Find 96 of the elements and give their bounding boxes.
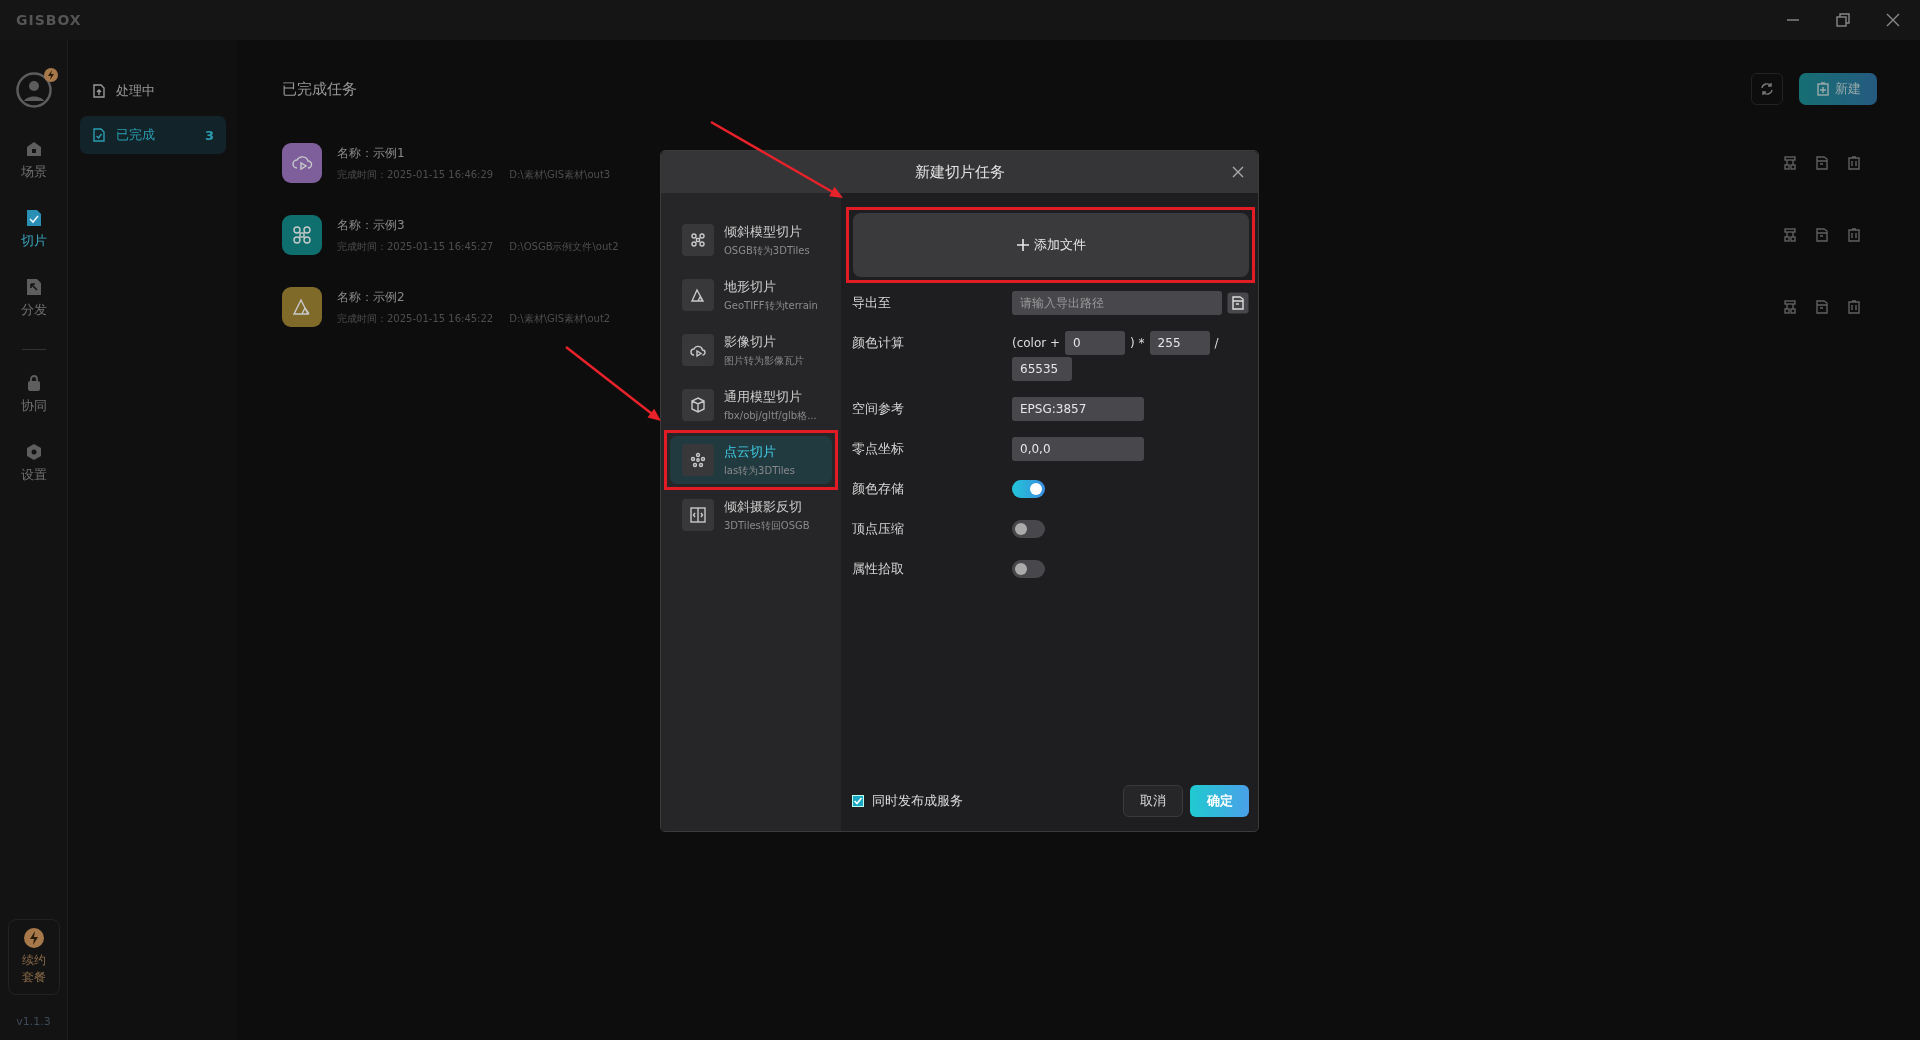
toggle-switch[interactable] [1012, 560, 1045, 578]
nav-label: 协同 [20, 397, 47, 415]
cube-icon [690, 397, 706, 413]
hierarchy-icon[interactable] [1783, 156, 1797, 170]
house-icon [24, 140, 43, 158]
text-field[interactable]: EPSG:3857 [1012, 397, 1144, 421]
lightning-badge-icon [43, 68, 58, 82]
field-label: 零点坐标 [852, 440, 905, 458]
sidebar-item[interactable]: 处理中 [80, 72, 226, 110]
nav-label: 切片 [20, 232, 47, 250]
text-field[interactable]: 0,0,0 [1012, 437, 1144, 461]
hierarchy-icon[interactable] [1783, 300, 1797, 314]
close-icon[interactable] [1232, 166, 1244, 178]
slice-type-item[interactable]: 倾斜模型切片 OSGB转为3DTiles [670, 216, 832, 264]
trash-icon[interactable] [1847, 228, 1861, 242]
page-title: 已完成任务 [282, 79, 357, 99]
nav-item[interactable]: 切片 [14, 205, 53, 254]
type-title: 影像切片 [724, 332, 777, 351]
field-label: 颜色计算 [852, 334, 905, 352]
sidebar-label: 已完成 [116, 126, 156, 144]
type-title: 倾斜模型切片 [724, 222, 803, 241]
type-title: 倾斜摄影反切 [724, 497, 803, 516]
add-file-button[interactable]: 添加文件 [853, 213, 1249, 277]
checkbox[interactable] [852, 795, 864, 807]
split-document-icon [690, 507, 706, 523]
avatar-icon[interactable] [15, 72, 52, 108]
slice-type-item[interactable]: 点云切片 las转为3DTiles [670, 436, 832, 484]
type-title: 通用模型切片 [724, 387, 803, 406]
type-subtitle: fbx/obj/gltf/glb格... [724, 408, 817, 423]
point-cloud-icon [690, 452, 706, 468]
document-check-icon [92, 128, 106, 142]
field-label: 空间参考 [852, 400, 905, 418]
document-upload-icon [92, 84, 106, 98]
add-document-icon [1815, 82, 1830, 96]
divisor-field[interactable]: 65535 [1012, 357, 1072, 381]
nav-item[interactable]: 协同 [14, 370, 53, 419]
folder-icon[interactable] [1227, 292, 1249, 314]
plus-icon [1016, 238, 1030, 252]
sidebar-label: 处理中 [116, 82, 156, 100]
type-title: 点云切片 [724, 442, 777, 461]
field-label: 属性拾取 [852, 560, 905, 578]
export-path-field[interactable]: 请输入导出路径 [1012, 291, 1222, 315]
document-arrow-icon [24, 278, 43, 296]
dialog-title: 新建切片任务 [914, 162, 1005, 182]
formula-text: ) * [1130, 336, 1145, 350]
app-logo: GISBOX [16, 12, 82, 28]
formula-text: (color + [1012, 336, 1061, 350]
refresh-icon [1760, 82, 1774, 96]
lightning-icon [23, 928, 44, 949]
task-name: 名称：示例3 [337, 216, 405, 234]
hierarchy-icon[interactable] [1783, 228, 1797, 242]
toggle-switch[interactable] [1012, 520, 1045, 538]
refresh-button[interactable] [1751, 73, 1783, 105]
offset-field[interactable]: 0 [1065, 331, 1126, 355]
type-subtitle: las转为3DTiles [724, 463, 795, 478]
restore-icon[interactable] [1836, 13, 1850, 27]
nav-label: 分发 [20, 301, 47, 319]
output-path: D:\素材\GIS素材\out2 [509, 311, 611, 326]
gear-icon [24, 443, 43, 461]
task-name: 名称：示例2 [337, 288, 405, 306]
type-subtitle: 图片转为影像瓦片 [724, 353, 804, 368]
type-subtitle: GeoTIFF转为terrain [724, 298, 818, 313]
checkbox-label: 同时发布成服务 [872, 792, 963, 810]
nav-label: 设置 [20, 466, 47, 484]
type-subtitle: 3DTiles转回OSGB [724, 518, 810, 533]
nav-item[interactable]: 分发 [14, 274, 53, 323]
nav-label: 场景 [20, 163, 47, 181]
mountain-icon [690, 287, 706, 303]
drone-icon [690, 232, 706, 248]
document-check-icon [24, 209, 43, 227]
renew-plan-label: 续约套餐 [20, 952, 47, 986]
field-label: 导出至 [852, 294, 892, 312]
trash-icon[interactable] [1847, 300, 1861, 314]
slice-type-item[interactable]: 通用模型切片 fbx/obj/gltf/glb格... [670, 381, 832, 429]
drone-icon [291, 224, 313, 246]
sidebar-item[interactable]: 已完成 3 [80, 116, 226, 154]
close-icon[interactable] [1886, 13, 1900, 27]
version-label: v1.1.3 [16, 1015, 51, 1028]
trash-icon[interactable] [1847, 156, 1861, 170]
slice-type-item[interactable]: 倾斜摄影反切 3DTiles转回OSGB [670, 491, 832, 539]
cancel-button[interactable]: 取消 [1123, 785, 1183, 817]
type-subtitle: OSGB转为3DTiles [724, 243, 810, 258]
scale-field[interactable]: 255 [1149, 331, 1210, 355]
type-title: 地形切片 [724, 277, 777, 296]
renew-plan-button[interactable]: 续约套餐 [7, 919, 60, 995]
task-name: 名称：示例1 [337, 144, 405, 162]
formula-text: / [1214, 336, 1219, 350]
field-label: 颜色存储 [852, 480, 905, 498]
nav-item[interactable]: 设置 [14, 439, 53, 488]
toggle-switch[interactable] [1012, 480, 1045, 498]
slice-type-item[interactable]: 地形切片 GeoTIFF转为terrain [670, 271, 832, 319]
field-label: 顶点压缩 [852, 520, 905, 538]
output-path: D:\素材\GIS素材\out3 [509, 167, 611, 182]
slice-type-item[interactable]: 影像切片 图片转为影像瓦片 [670, 326, 832, 374]
nav-item[interactable]: 场景 [14, 136, 53, 185]
count-label: 3 [204, 127, 214, 143]
